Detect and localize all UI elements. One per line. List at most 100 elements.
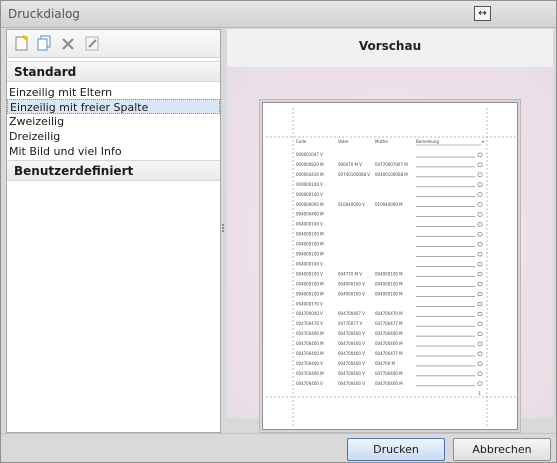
group-benutzerdefiniert[interactable]: Benutzerdefiniert	[7, 160, 220, 181]
template-item[interactable]: Dreizeilig	[7, 129, 220, 144]
preview-row-cell: 004700400 M	[296, 371, 324, 376]
preview-row-cell: 000000000 M	[296, 202, 324, 207]
preview-row-cell: 004700400 M	[296, 341, 324, 346]
preview-row-checkbox	[477, 242, 483, 247]
preview-row-cell: 00400100008 M	[375, 172, 408, 177]
preview-row-cell: 004700400 V	[338, 331, 365, 336]
preview-row-cell: 004700400 M	[296, 331, 324, 336]
preview-row-cell: 004700400 V	[296, 381, 323, 386]
preview-row-checkbox	[477, 282, 483, 287]
preview-row-cell: 010040000 M	[375, 202, 403, 207]
window-title: Druckdialog	[8, 7, 80, 21]
preview-row-cell: 004000100 V	[338, 281, 365, 286]
copy-icon[interactable]	[37, 35, 53, 52]
preview-title: Vorschau	[358, 39, 422, 53]
preview-row-cell: 004000100 M	[375, 291, 403, 296]
preview-column-header: Vater	[338, 139, 349, 144]
preview-row-cell: 004000100 M	[375, 281, 403, 286]
preview-row-cell: 004700400 V	[338, 371, 365, 376]
template-list-panel: Standard Einzeilig mit Eltern Einzeilig …	[6, 29, 221, 433]
delete-icon[interactable]	[60, 35, 76, 52]
preview-row-cell: 004000100 V	[296, 271, 323, 276]
preview-row-cell: 047700477 M	[375, 321, 403, 326]
preview-row-checkbox	[477, 331, 483, 336]
preview-row-checkbox	[477, 152, 483, 157]
edit-icon[interactable]	[84, 35, 100, 52]
preview-row-cell: 004000400 M	[296, 212, 324, 217]
preview-row-cell: 000000100 V	[296, 182, 323, 187]
preview-row-checkbox	[477, 212, 483, 217]
preview-row-checkbox	[477, 162, 483, 167]
preview-row-cell: 000470 M V	[338, 162, 362, 167]
preview-page-svg: Code Vater Mutter Bemerkung ▾ 000001047 V 0000…	[266, 108, 516, 426]
preview-header-marker: ▾	[482, 139, 484, 144]
preview-row-cell: 010040000 V	[338, 202, 365, 207]
button-bar: Drucken Abbrechen	[1, 433, 556, 462]
cancel-button[interactable]: Abbrechen	[453, 438, 551, 461]
preview-page-number: 1	[478, 391, 481, 396]
preview-row-cell: 000001047 V	[296, 152, 323, 157]
preview-row-cell: 04770077 V	[338, 321, 363, 326]
preview-row-cell: 004000100 M	[296, 242, 324, 247]
group-standard[interactable]: Standard	[7, 61, 220, 82]
preview-row-cell: 004700400 V	[338, 381, 365, 386]
preview-row-cell: 004700400 V	[338, 341, 365, 346]
preview-row-cell: 004700400 M	[375, 381, 403, 386]
preview-row-checkbox	[477, 222, 483, 227]
print-dialog-window: Druckdialog ↔ Standard Einzeilig mit Elt…	[0, 0, 557, 463]
preview-row-checkbox	[477, 192, 483, 197]
title-bar: Druckdialog ↔	[1, 1, 556, 28]
preview-row-checkbox	[477, 302, 483, 306]
preview-row-cell: 004000100 V	[338, 291, 365, 296]
preview-row-cell: 000004410 M	[296, 172, 324, 177]
preview-row-checkbox	[477, 371, 483, 376]
preview-row-cell: 004700400 M	[375, 341, 403, 346]
template-item[interactable]: Zweizeilig	[7, 114, 220, 129]
template-item[interactable]: Mit Bild und viel Info	[7, 144, 220, 159]
preview-page: Code Vater Mutter Bemerkung ▾ 000001047 V 0000…	[262, 102, 518, 430]
preview-row-cell: 004000100 M	[296, 281, 324, 286]
preview-row-cell: 004000100 M	[375, 271, 403, 276]
preview-row-checkbox	[477, 341, 483, 346]
preview-row-cell: 004770 M V	[338, 271, 362, 276]
preview-row-checkbox	[477, 321, 483, 326]
preview-row-cell: 004000170 V	[296, 301, 323, 306]
preview-row-cell: 004700400 M	[296, 351, 324, 356]
preview-row-checkbox	[477, 292, 483, 297]
template-item-selected[interactable]: Einzeilig mit freier Spalte	[7, 99, 220, 114]
splitter-handle[interactable]	[222, 223, 226, 235]
preview-row-checkbox	[477, 232, 483, 237]
preview-row-checkbox	[477, 381, 483, 386]
preview-row-cell: 004700400 M	[375, 331, 403, 336]
preview-row-cell: 004700040 V	[296, 311, 323, 316]
template-toolbar	[7, 30, 220, 58]
preview-row-cell: 004000100 V	[296, 261, 323, 266]
preview-row-cell: 000000820 M	[296, 162, 324, 167]
preview-row-checkbox	[477, 351, 483, 356]
preview-row-checkbox	[477, 252, 483, 257]
preview-row-cell: 004700407 V	[338, 311, 365, 316]
preview-row-checkbox	[477, 182, 483, 187]
preview-row-checkbox	[477, 361, 483, 366]
preview-row-cell: 004700400 V	[338, 361, 365, 366]
print-button[interactable]: Drucken	[347, 438, 445, 461]
preview-row-checkbox	[477, 172, 483, 177]
preview-row-cell: 004700 M	[375, 361, 396, 366]
preview-row-cell: 004000100 M	[296, 232, 324, 237]
preview-row-cell: 00740100008 V	[338, 172, 370, 177]
preview-row-cell: 04770007007 M	[375, 162, 408, 167]
template-item[interactable]: Einzeilig mit Eltern	[7, 85, 220, 100]
preview-row-cell: 004700470 V	[296, 321, 323, 326]
preview-row-checkbox	[477, 202, 483, 207]
new-icon[interactable]	[14, 35, 30, 52]
swap-horizontal-icon[interactable]: ↔	[474, 6, 491, 21]
preview-stage: Code Vater Mutter Bemerkung ▾ 000001047 V 0000…	[227, 67, 553, 430]
preview-column-header: Code	[296, 139, 307, 144]
preview-row-cell: 004700470 M	[375, 311, 403, 316]
preview-row-cell: 004000100 M	[296, 252, 324, 257]
preview-row-cell: 004700400 V	[338, 351, 365, 356]
preview-row-cell: 004700400 V	[296, 361, 323, 366]
preview-row-cell: 004000100 V	[296, 222, 323, 227]
preview-row-checkbox	[477, 262, 483, 267]
preview-row-cell: 047700400 M	[375, 371, 403, 376]
